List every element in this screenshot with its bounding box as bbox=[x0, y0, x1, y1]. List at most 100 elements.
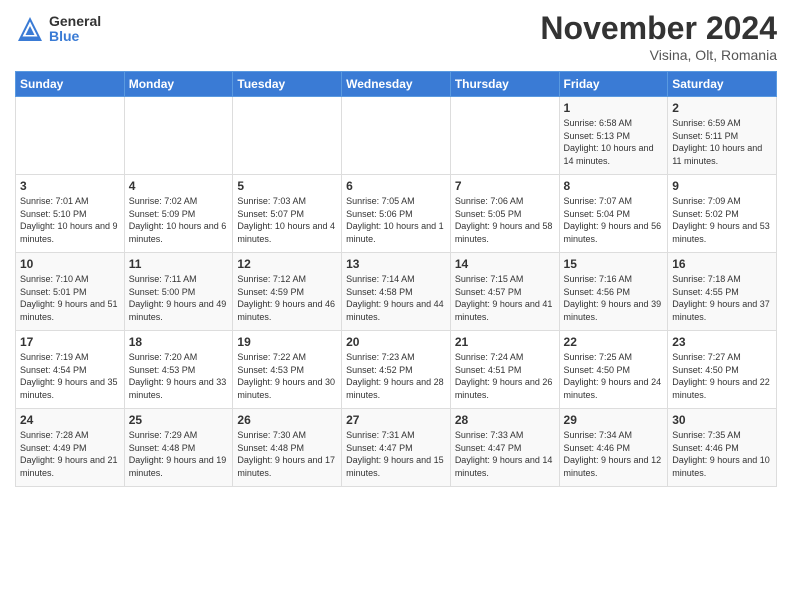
day-number: 26 bbox=[237, 413, 337, 427]
day-info: Sunrise: 7:16 AM Sunset: 4:56 PM Dayligh… bbox=[564, 273, 664, 323]
col-friday: Friday bbox=[559, 72, 668, 97]
day-number: 1 bbox=[564, 101, 664, 115]
day-info: Sunrise: 7:11 AM Sunset: 5:00 PM Dayligh… bbox=[129, 273, 229, 323]
col-sunday: Sunday bbox=[16, 72, 125, 97]
week-row-1: 1Sunrise: 6:58 AM Sunset: 5:13 PM Daylig… bbox=[16, 97, 777, 175]
day-info: Sunrise: 7:15 AM Sunset: 4:57 PM Dayligh… bbox=[455, 273, 555, 323]
month-title: November 2024 bbox=[540, 10, 777, 47]
day-info: Sunrise: 7:31 AM Sunset: 4:47 PM Dayligh… bbox=[346, 429, 446, 479]
day-info: Sunrise: 7:05 AM Sunset: 5:06 PM Dayligh… bbox=[346, 195, 446, 245]
week-row-3: 10 Sunrise: 7:10 AM Sunset: 5:01 PM Dayli… bbox=[16, 253, 777, 331]
day-number: 3 bbox=[20, 179, 120, 193]
day-info: Sunrise: 7:28 AM Sunset: 4:49 PM Dayligh… bbox=[20, 429, 120, 479]
week-row-5: 24 Sunrise: 7:28 AM Sunset: 4:49 PM Dayli… bbox=[16, 409, 777, 487]
logo-text: General Blue bbox=[49, 14, 101, 45]
logo: General Blue bbox=[15, 14, 101, 45]
calendar-cell bbox=[233, 97, 342, 175]
header: General Blue November 2024 Visina, Olt, … bbox=[15, 10, 777, 63]
day-info: Sunrise: 7:23 AM Sunset: 4:52 PM Dayligh… bbox=[346, 351, 446, 401]
calendar-cell: 29 Sunrise: 7:34 AM Sunset: 4:46 PM Dayli… bbox=[559, 409, 668, 487]
calendar-cell: 15 Sunrise: 7:16 AM Sunset: 4:56 PM Dayli… bbox=[559, 253, 668, 331]
day-number: 18 bbox=[129, 335, 229, 349]
day-number: 4 bbox=[129, 179, 229, 193]
calendar-cell: 21Sunrise: 7:24 AM Sunset: 4:51 PM Dayli… bbox=[450, 331, 559, 409]
calendar-cell: 27Sunrise: 7:31 AM Sunset: 4:47 PM Dayli… bbox=[342, 409, 451, 487]
calendar-cell bbox=[450, 97, 559, 175]
day-info: Sunrise: 7:10 AM Sunset: 5:01 PM Dayligh… bbox=[20, 273, 120, 323]
calendar-cell bbox=[124, 97, 233, 175]
calendar-cell: 28Sunrise: 7:33 AM Sunset: 4:47 PM Dayli… bbox=[450, 409, 559, 487]
day-info: Sunrise: 7:09 AM Sunset: 5:02 PM Dayligh… bbox=[672, 195, 772, 245]
day-info: Sunrise: 7:30 AM Sunset: 4:48 PM Dayligh… bbox=[237, 429, 337, 479]
calendar-cell: 24 Sunrise: 7:28 AM Sunset: 4:49 PM Dayli… bbox=[16, 409, 125, 487]
calendar-cell: 8 Sunrise: 7:07 AM Sunset: 5:04 PM Daylig… bbox=[559, 175, 668, 253]
day-info: Sunrise: 6:59 AM Sunset: 5:11 PM Dayligh… bbox=[672, 117, 772, 167]
day-info: Sunrise: 7:22 AM Sunset: 4:53 PM Dayligh… bbox=[237, 351, 337, 401]
day-info: Sunrise: 7:33 AM Sunset: 4:47 PM Dayligh… bbox=[455, 429, 555, 479]
calendar-cell: 5 Sunrise: 7:03 AM Sunset: 5:07 PM Daylig… bbox=[233, 175, 342, 253]
calendar-cell: 1Sunrise: 6:58 AM Sunset: 5:13 PM Daylig… bbox=[559, 97, 668, 175]
day-info: Sunrise: 7:29 AM Sunset: 4:48 PM Dayligh… bbox=[129, 429, 229, 479]
day-number: 15 bbox=[564, 257, 664, 271]
logo-general-text: General bbox=[49, 14, 101, 29]
calendar-cell: 16 Sunrise: 7:18 AM Sunset: 4:55 PM Dayli… bbox=[668, 253, 777, 331]
calendar-table: Sunday Monday Tuesday Wednesday Thursday… bbox=[15, 71, 777, 487]
calendar-cell: 19 Sunrise: 7:22 AM Sunset: 4:53 PM Dayli… bbox=[233, 331, 342, 409]
calendar-cell: 25Sunrise: 7:29 AM Sunset: 4:48 PM Dayli… bbox=[124, 409, 233, 487]
day-info: Sunrise: 7:20 AM Sunset: 4:53 PM Dayligh… bbox=[129, 351, 229, 401]
header-row: Sunday Monday Tuesday Wednesday Thursday… bbox=[16, 72, 777, 97]
calendar-cell: 22Sunrise: 7:25 AM Sunset: 4:50 PM Dayli… bbox=[559, 331, 668, 409]
day-info: Sunrise: 7:19 AM Sunset: 4:54 PM Dayligh… bbox=[20, 351, 120, 401]
calendar-cell: 11 Sunrise: 7:11 AM Sunset: 5:00 PM Dayli… bbox=[124, 253, 233, 331]
day-info: Sunrise: 7:18 AM Sunset: 4:55 PM Dayligh… bbox=[672, 273, 772, 323]
day-number: 13 bbox=[346, 257, 446, 271]
day-number: 24 bbox=[20, 413, 120, 427]
day-info: Sunrise: 7:14 AM Sunset: 4:58 PM Dayligh… bbox=[346, 273, 446, 323]
day-number: 10 bbox=[20, 257, 120, 271]
calendar-cell: 12Sunrise: 7:12 AM Sunset: 4:59 PM Dayli… bbox=[233, 253, 342, 331]
col-thursday: Thursday bbox=[450, 72, 559, 97]
col-tuesday: Tuesday bbox=[233, 72, 342, 97]
calendar-cell: 7 Sunrise: 7:06 AM Sunset: 5:05 PM Daylig… bbox=[450, 175, 559, 253]
day-info: Sunrise: 7:02 AM Sunset: 5:09 PM Dayligh… bbox=[129, 195, 229, 245]
col-wednesday: Wednesday bbox=[342, 72, 451, 97]
day-info: Sunrise: 7:06 AM Sunset: 5:05 PM Dayligh… bbox=[455, 195, 555, 245]
main-container: General Blue November 2024 Visina, Olt, … bbox=[0, 0, 792, 492]
day-number: 16 bbox=[672, 257, 772, 271]
calendar-cell: 13 Sunrise: 7:14 AM Sunset: 4:58 PM Dayli… bbox=[342, 253, 451, 331]
day-info: Sunrise: 7:34 AM Sunset: 4:46 PM Dayligh… bbox=[564, 429, 664, 479]
calendar-cell: 3 Sunrise: 7:01 AM Sunset: 5:10 PM Daylig… bbox=[16, 175, 125, 253]
day-number: 2 bbox=[672, 101, 772, 115]
calendar-cell: 26 Sunrise: 7:30 AM Sunset: 4:48 PM Dayli… bbox=[233, 409, 342, 487]
col-saturday: Saturday bbox=[668, 72, 777, 97]
title-block: November 2024 Visina, Olt, Romania bbox=[540, 10, 777, 63]
day-number: 11 bbox=[129, 257, 229, 271]
day-number: 29 bbox=[564, 413, 664, 427]
day-info: Sunrise: 7:24 AM Sunset: 4:51 PM Dayligh… bbox=[455, 351, 555, 401]
day-number: 14 bbox=[455, 257, 555, 271]
day-number: 6 bbox=[346, 179, 446, 193]
day-number: 5 bbox=[237, 179, 337, 193]
day-number: 12 bbox=[237, 257, 337, 271]
day-number: 23 bbox=[672, 335, 772, 349]
day-number: 7 bbox=[455, 179, 555, 193]
day-number: 8 bbox=[564, 179, 664, 193]
calendar-cell: 4 Sunrise: 7:02 AM Sunset: 5:09 PM Daylig… bbox=[124, 175, 233, 253]
calendar-cell: 10 Sunrise: 7:10 AM Sunset: 5:01 PM Dayli… bbox=[16, 253, 125, 331]
calendar-cell: 2 Sunrise: 6:59 AM Sunset: 5:11 PM Daylig… bbox=[668, 97, 777, 175]
location: Visina, Olt, Romania bbox=[540, 47, 777, 63]
col-monday: Monday bbox=[124, 72, 233, 97]
day-number: 19 bbox=[237, 335, 337, 349]
calendar-cell: 9 Sunrise: 7:09 AM Sunset: 5:02 PM Daylig… bbox=[668, 175, 777, 253]
calendar-cell bbox=[16, 97, 125, 175]
calendar-cell: 30Sunrise: 7:35 AM Sunset: 4:46 PM Dayli… bbox=[668, 409, 777, 487]
day-info: Sunrise: 7:35 AM Sunset: 4:46 PM Dayligh… bbox=[672, 429, 772, 479]
calendar-cell: 17 Sunrise: 7:19 AM Sunset: 4:54 PM Dayli… bbox=[16, 331, 125, 409]
day-info: Sunrise: 7:01 AM Sunset: 5:10 PM Dayligh… bbox=[20, 195, 120, 245]
logo-icon bbox=[15, 14, 45, 44]
week-row-2: 3 Sunrise: 7:01 AM Sunset: 5:10 PM Daylig… bbox=[16, 175, 777, 253]
day-info: Sunrise: 7:03 AM Sunset: 5:07 PM Dayligh… bbox=[237, 195, 337, 245]
day-info: Sunrise: 7:07 AM Sunset: 5:04 PM Dayligh… bbox=[564, 195, 664, 245]
day-number: 17 bbox=[20, 335, 120, 349]
day-number: 9 bbox=[672, 179, 772, 193]
